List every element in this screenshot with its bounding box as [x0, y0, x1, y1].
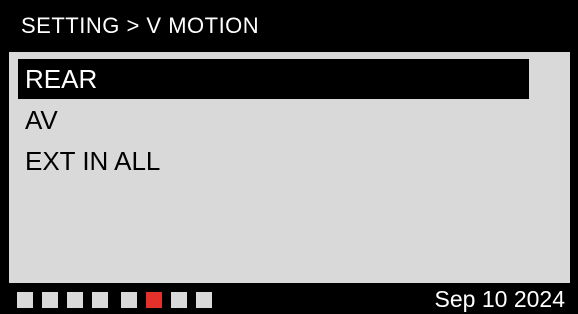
page-indicator-4 — [92, 292, 108, 308]
date-display: Sep 10 2024 — [434, 286, 565, 312]
page-indicator-8 — [196, 292, 212, 308]
breadcrumb: SETTING > V MOTION — [21, 13, 260, 38]
menu-panel: REAR AV EXT IN ALL — [9, 52, 570, 283]
page-indicator-6 — [146, 292, 162, 308]
display-screen: SETTING > V MOTION REAR AV EXT IN ALL Se… — [0, 0, 578, 314]
page-indicator-1 — [17, 292, 33, 308]
menu-item-rear[interactable]: REAR — [18, 59, 529, 99]
page-indicator-3 — [67, 292, 83, 308]
page-indicator-7 — [171, 292, 187, 308]
menu-item-ext-in-all[interactable]: EXT IN ALL — [18, 141, 160, 181]
menu-item-av[interactable]: AV — [18, 100, 58, 140]
page-indicator-2 — [42, 292, 58, 308]
page-indicator-5 — [121, 292, 137, 308]
header-bar: SETTING > V MOTION — [0, 0, 578, 52]
footer-bar: Sep 10 2024 — [0, 283, 578, 314]
